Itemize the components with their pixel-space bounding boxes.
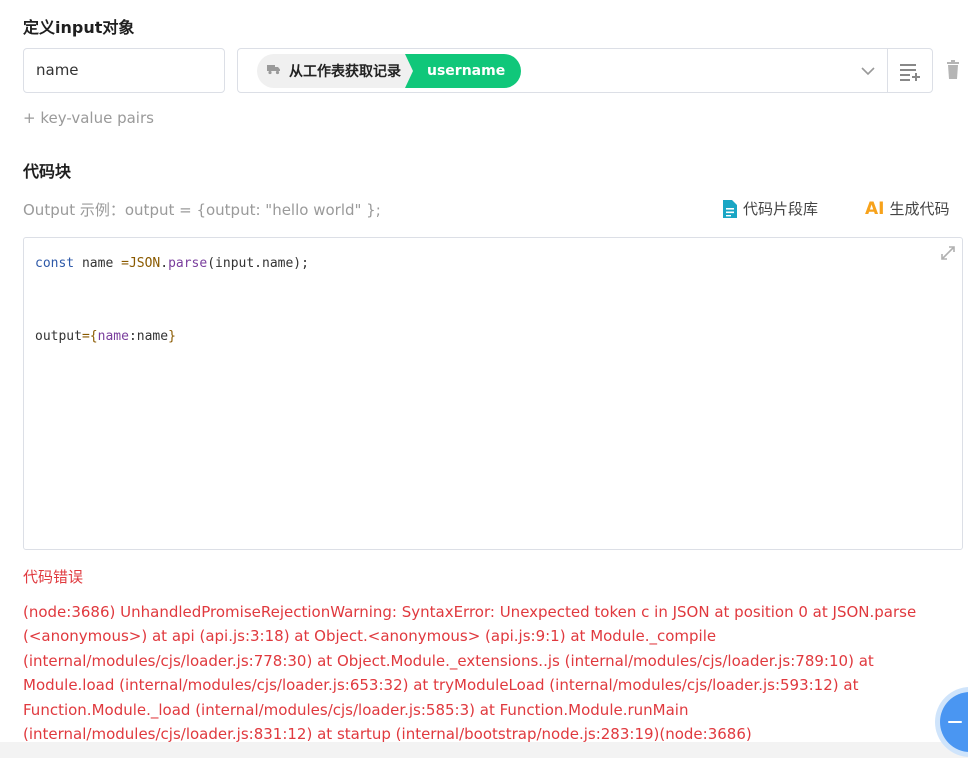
trash-icon[interactable] (944, 60, 962, 80)
code-section-title: 代码块 (23, 162, 72, 181)
code-operator: = (121, 256, 129, 271)
source-tag-label: 从工作表获取记录 (289, 64, 401, 80)
document-icon (723, 199, 737, 218)
code-keyword: const (35, 256, 75, 271)
code-key: name (97, 329, 129, 344)
error-title: 代码错误 (23, 568, 84, 586)
code-function: parse (168, 256, 208, 271)
code-args: (input.name); (207, 256, 309, 271)
fab-glyph (948, 721, 962, 723)
code-editor[interactable]: const name =JSON.parse(input.name); outp… (23, 237, 963, 550)
add-key-value-pair-link[interactable]: + key-value pairs (23, 109, 154, 127)
code-operator: = (81, 329, 90, 344)
code-value: name (136, 329, 169, 344)
code-lhs: output (35, 329, 82, 344)
key-input[interactable]: name (23, 48, 225, 93)
truck-icon (267, 63, 281, 79)
code-colon: : (128, 329, 137, 344)
output-hint: Output 示例：output = {output: "hello world… (23, 201, 381, 219)
field-tag-label: username (404, 54, 522, 88)
code-brace-close: } (168, 329, 176, 344)
snippet-library-button[interactable]: 代码片段库 (723, 198, 818, 219)
ai-icon: AI (865, 198, 885, 219)
value-select[interactable]: 从工作表获取记录 username (237, 48, 933, 93)
expand-icon[interactable] (940, 245, 956, 261)
chevron-down-icon[interactable] (858, 61, 878, 81)
code-line-1: const name =JSON.parse(input.name); (35, 256, 309, 271)
field-tag[interactable]: 从工作表获取记录 username (257, 54, 522, 88)
select-divider (887, 49, 888, 92)
code-brace-open: { (89, 329, 98, 344)
list-add-icon[interactable] (898, 59, 922, 83)
error-message: (node:3686) UnhandledPromiseRejectionWar… (23, 603, 918, 758)
ai-generate-label: 生成代码 (889, 200, 950, 218)
snippet-library-label: 代码片段库 (743, 200, 819, 218)
bottom-strip (0, 742, 968, 758)
input-section-title: 定义input对象 (23, 18, 135, 37)
code-identifier: name (74, 256, 122, 271)
code-dot: . (160, 256, 169, 271)
code-line-2: output={name:name} (35, 329, 176, 344)
ai-generate-button[interactable]: AI 生成代码 (865, 198, 950, 219)
code-object: JSON (128, 256, 161, 271)
source-tag: 从工作表获取记录 (257, 54, 413, 88)
